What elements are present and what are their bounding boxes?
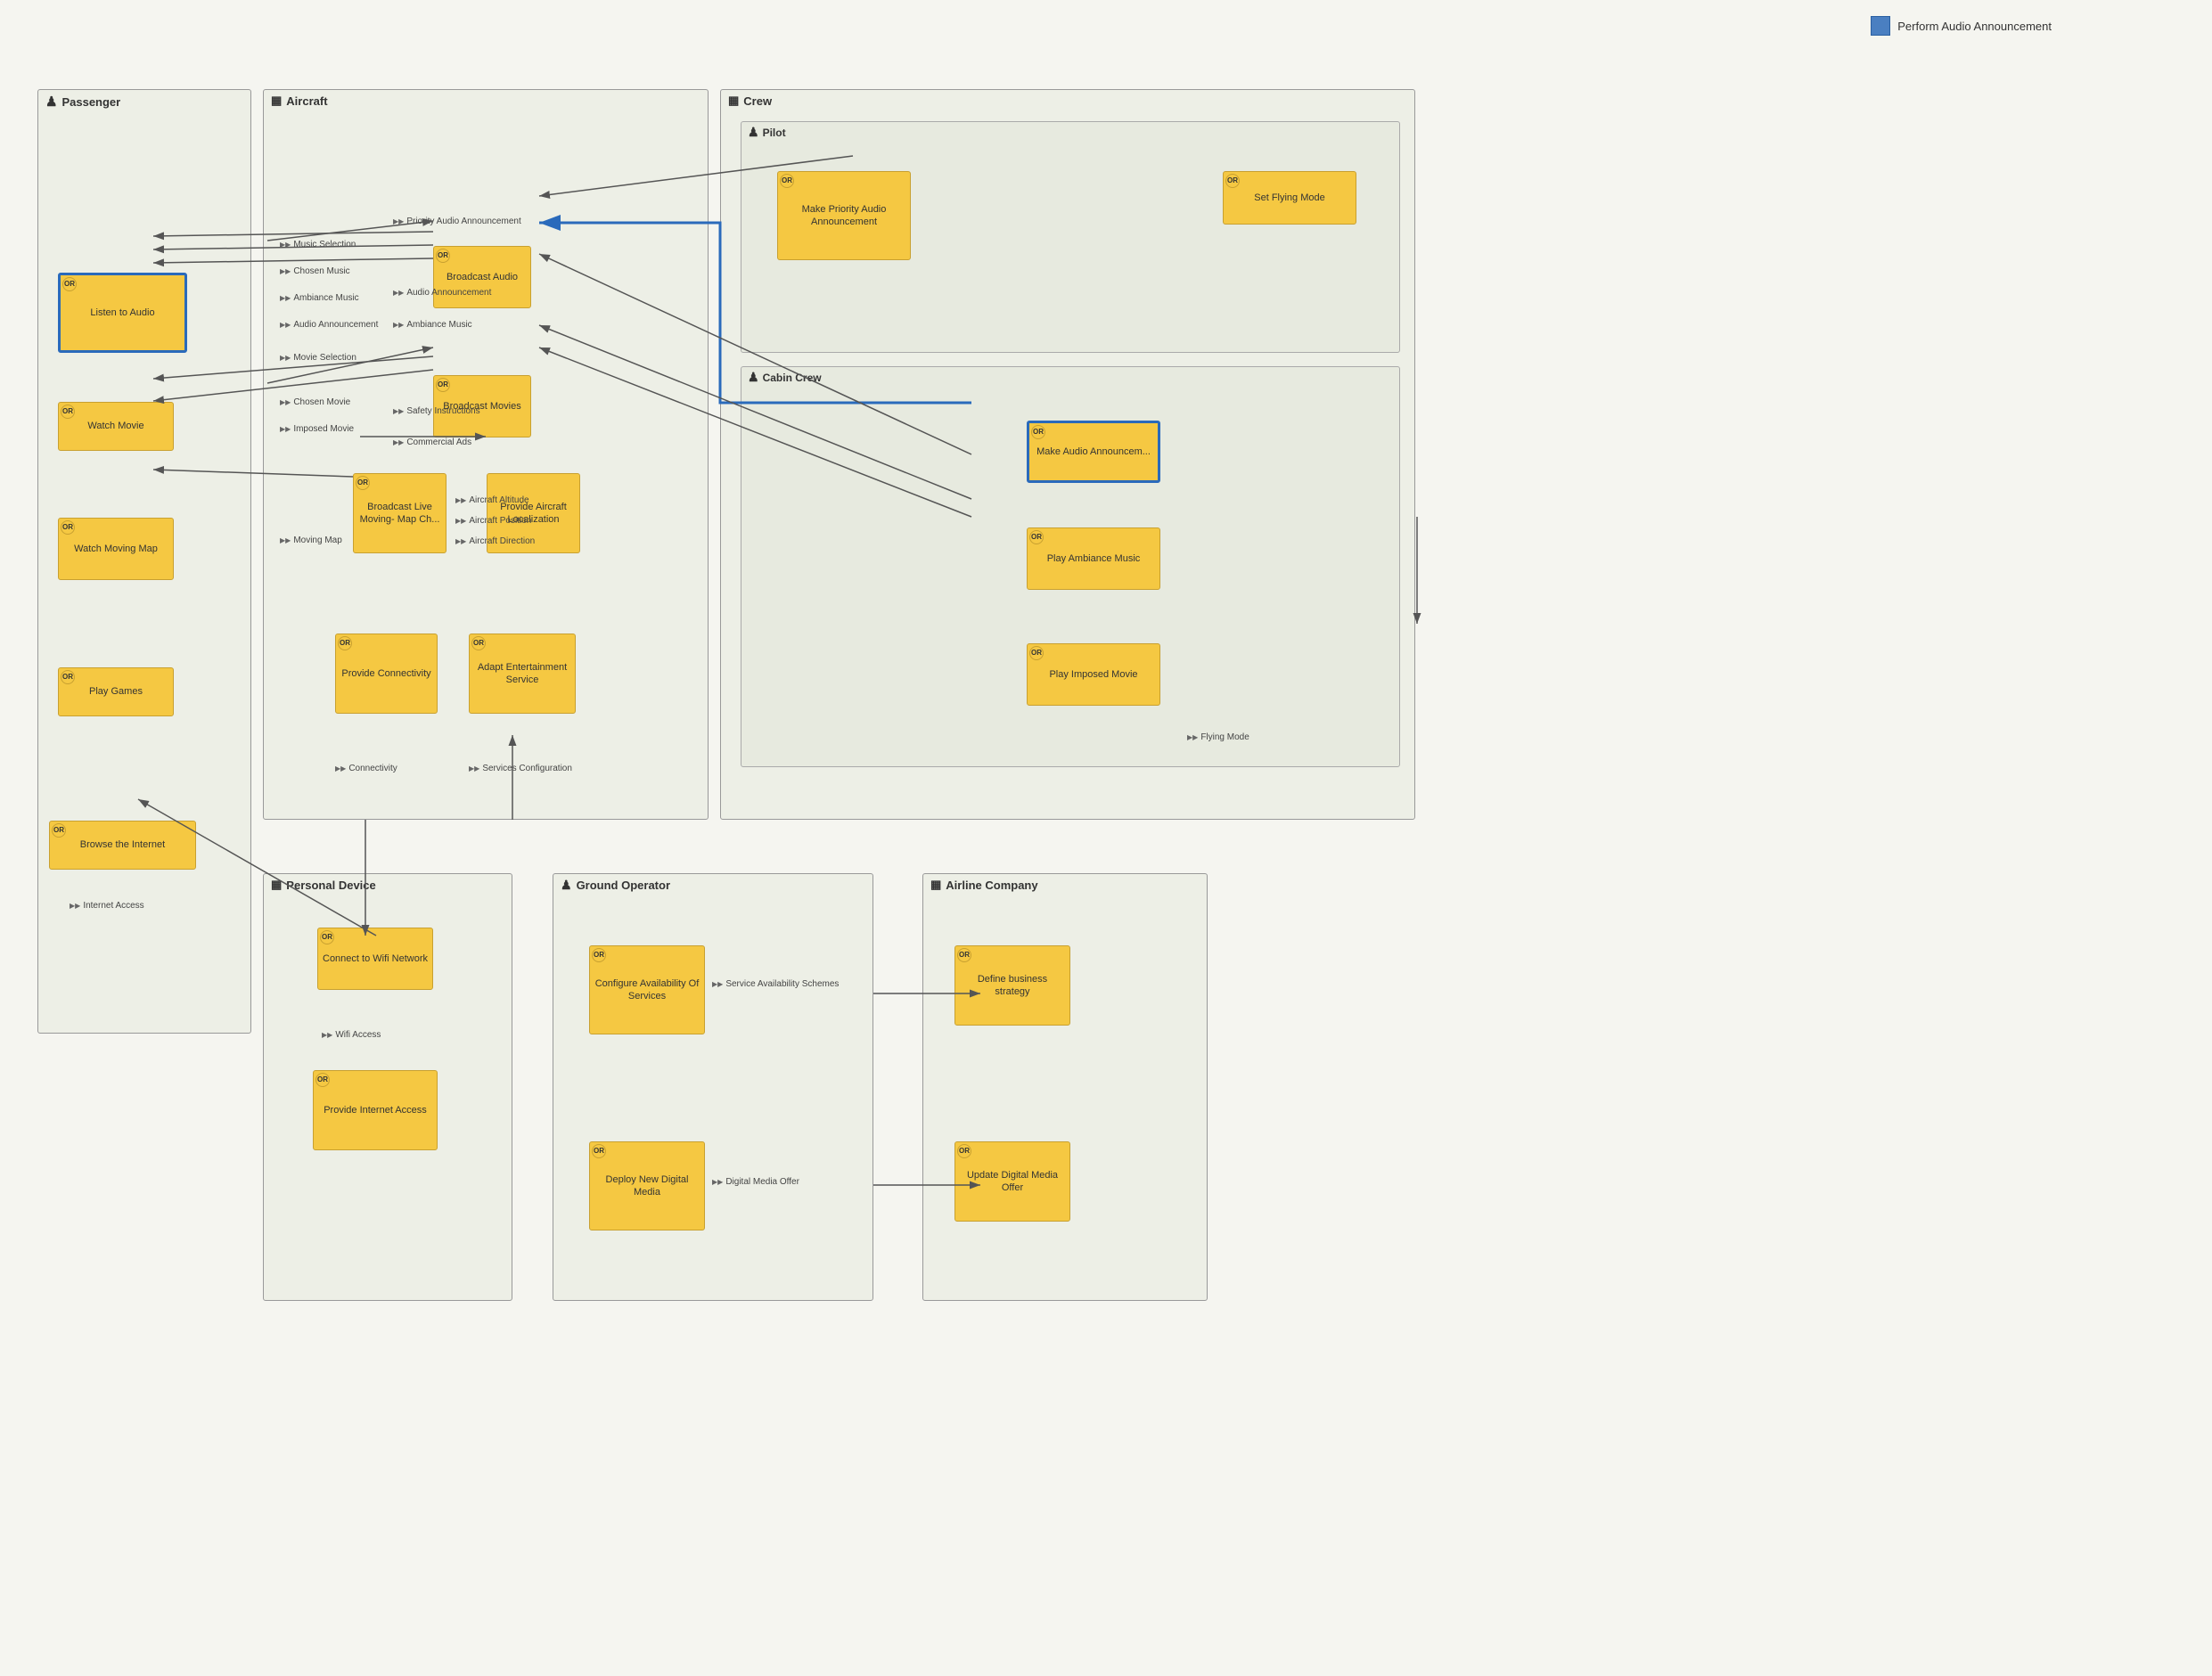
flow-aircraft-position: Aircraft Position [455,516,531,526]
flow-movie-selection: Movie Selection [280,353,356,363]
flow-connectivity: Connectivity [335,764,397,773]
passenger-actor-icon: ♟ [45,94,57,110]
broadcast-audio-box[interactable]: OR Broadcast Audio [433,246,531,308]
flow-commercial-ads: Commercial Ads [393,437,471,447]
or-badge: OR [436,249,450,263]
flow-audio-announcement: Audio Announcement [280,320,378,330]
personal-device-lane: ▦ Personal Device OR Connect to Wifi Net… [263,873,512,1301]
watch-movie-box[interactable]: OR Watch Movie [58,402,174,451]
or-badge: OR [1029,646,1044,660]
broadcast-live-map-box[interactable]: OR Broadcast Live Moving- Map Ch... [353,473,446,553]
legend: Perform Audio Announcement [1871,16,2052,36]
watch-moving-map-box[interactable]: OR Watch Moving Map [58,518,174,580]
configure-availability-box[interactable]: OR Configure Availability Of Services [589,945,705,1034]
flow-ambiance-music: Ambiance Music [280,293,359,303]
flow-safety-instructions: Safety Instructions [393,406,480,416]
or-badge: OR [957,1144,971,1158]
browse-internet-box[interactable]: OR Browse the Internet [49,821,196,870]
aircraft-title: ▦ Aircraft [264,90,708,111]
flow-services-config: Services Configuration [469,764,572,773]
provide-connectivity-box[interactable]: OR Provide Connectivity [335,634,438,714]
or-badge: OR [592,1144,606,1158]
ground-operator-title: ♟ Ground Operator [553,874,873,896]
set-flying-mode-box[interactable]: OR Set Flying Mode [1223,171,1356,225]
pilot-sublane: ♟ Pilot OR Make Priority Audio Announcem… [741,121,1400,353]
flow-internet-access: Internet Access [70,901,144,911]
airline-company-icon: ▦ [930,878,941,892]
cabin-crew-title: ♟ Cabin Crew [741,367,1399,388]
flow-priority-audio-in: Priority Audio Announcement [393,217,521,226]
crew-block-icon: ▦ [728,94,739,108]
flow-imposed-movie: Imposed Movie [280,424,354,434]
or-badge: OR [780,174,794,188]
play-ambiance-music-box[interactable]: OR Play Ambiance Music [1027,527,1160,590]
airline-company-title: ▦ Airline Company [923,874,1207,895]
play-imposed-movie-box[interactable]: OR Play Imposed Movie [1027,643,1160,706]
update-digital-media-box[interactable]: OR Update Digital Media Offer [954,1141,1070,1222]
connect-wifi-box[interactable]: OR Connect to Wifi Network [317,928,433,990]
legend-label: Perform Audio Announcement [1897,20,2052,33]
ground-operator-lane: ♟ Ground Operator OR Configure Availabil… [553,873,873,1301]
or-badge: OR [62,277,77,291]
cabin-crew-actor-icon: ♟ [748,370,759,385]
personal-device-title: ▦ Personal Device [264,874,512,895]
provide-internet-box[interactable]: OR Provide Internet Access [313,1070,438,1150]
legend-box [1871,16,1890,36]
pilot-title: ♟ Pilot [741,122,1399,143]
flow-audio-announcement-in: Audio Announcement [393,288,491,298]
crew-title: ▦ Crew [721,90,1414,111]
flow-aircraft-altitude: Aircraft Altitude [455,495,529,505]
passenger-title: ♟ Passenger [38,90,250,113]
or-badge: OR [338,636,352,650]
or-badge: OR [957,948,971,962]
flow-chosen-music: Chosen Music [280,266,350,276]
deploy-digital-media-box[interactable]: OR Deploy New Digital Media [589,1141,705,1230]
personal-device-icon: ▦ [271,878,282,892]
flow-chosen-movie: Chosen Movie [280,397,350,407]
or-badge: OR [1225,174,1240,188]
or-badge: OR [315,1073,330,1087]
or-badge: OR [356,476,370,490]
make-audio-announcement-box[interactable]: OR Make Audio Announcem... [1027,421,1160,483]
or-badge: OR [592,948,606,962]
or-badge: OR [320,930,334,944]
or-badge: OR [1031,425,1045,439]
flow-digital-media-offer: Digital Media Offer [712,1177,799,1187]
adapt-entertainment-box[interactable]: OR Adapt Entertainment Service [469,634,576,714]
play-games-box[interactable]: OR Play Games [58,667,174,716]
make-priority-audio-box[interactable]: OR Make Priority Audio Announcement [777,171,911,260]
or-badge: OR [436,378,450,392]
flow-service-avail: Service Availability Schemes [712,979,839,989]
ground-operator-icon: ♟ [561,878,572,893]
airline-company-lane: ▦ Airline Company OR Define business str… [922,873,1208,1301]
flow-aircraft-direction: Aircraft Direction [455,536,535,546]
flow-music-selection: Music Selection [280,240,356,249]
or-badge: OR [471,636,486,650]
aircraft-block-icon: ▦ [271,94,282,108]
aircraft-lane: ▦ Aircraft OR Broadcast Audio OR Broadca… [263,89,709,820]
or-badge: OR [61,520,75,535]
pilot-actor-icon: ♟ [748,125,759,140]
passenger-lane: ♟ Passenger OR Listen to Audio OR Watch … [37,89,251,1034]
or-badge: OR [1029,530,1044,544]
or-badge: OR [61,670,75,684]
define-business-box[interactable]: OR Define business strategy [954,945,1070,1026]
crew-lane: ▦ Crew ♟ Pilot OR Make Priority Audio An… [720,89,1415,820]
cabin-crew-sublane: ♟ Cabin Crew OR Make Audio Announcem... … [741,366,1400,767]
listen-to-audio-box[interactable]: OR Listen to Audio [58,273,187,353]
flow-ambiance-music-in: Ambiance Music [393,320,472,330]
flow-wifi-access: Wifi Access [322,1030,381,1040]
or-badge: OR [52,823,66,838]
or-badge: OR [61,405,75,419]
flow-moving-map: Moving Map [280,536,342,545]
flow-flying-mode: Flying Mode [1187,732,1249,742]
